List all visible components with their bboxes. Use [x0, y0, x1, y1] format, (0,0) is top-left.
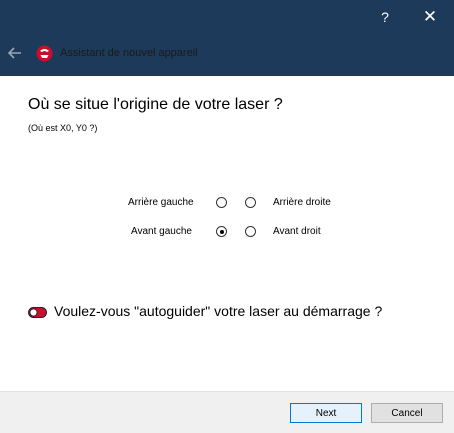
- toggle-switch-icon: [28, 307, 47, 318]
- page-title: Où se situe l'origine de votre laser ?: [28, 96, 283, 113]
- next-button[interactable]: Next: [290, 403, 362, 423]
- radio-back-right[interactable]: [245, 197, 256, 208]
- radio-back-left[interactable]: [216, 197, 227, 208]
- radio-front-left[interactable]: [216, 226, 227, 237]
- app-icon: [36, 45, 53, 62]
- arrow-left-icon: [7, 47, 21, 59]
- autohome-toggle[interactable]: [28, 305, 47, 318]
- page-subtitle: (Où est X0, Y0 ?): [28, 123, 98, 133]
- close-button[interactable]: ✕: [419, 6, 441, 28]
- cancel-button[interactable]: Cancel: [371, 403, 443, 423]
- help-button[interactable]: ?: [374, 6, 396, 28]
- option-label-front-right: Avant droit: [273, 226, 321, 237]
- window-titlebar: ? ✕: [0, 0, 454, 76]
- option-label-back-left: Arrière gauche: [128, 197, 194, 208]
- option-label-front-left: Avant gauche: [131, 226, 192, 237]
- autohome-label: Voulez-vous "autoguider" votre laser au …: [54, 303, 383, 319]
- lightburn-app-icon: [36, 45, 53, 62]
- back-button[interactable]: [4, 42, 26, 64]
- radio-front-right[interactable]: [245, 226, 256, 237]
- option-label-back-right: Arrière droite: [273, 197, 331, 208]
- window-title: Assistant de nouvel appareil: [60, 47, 198, 59]
